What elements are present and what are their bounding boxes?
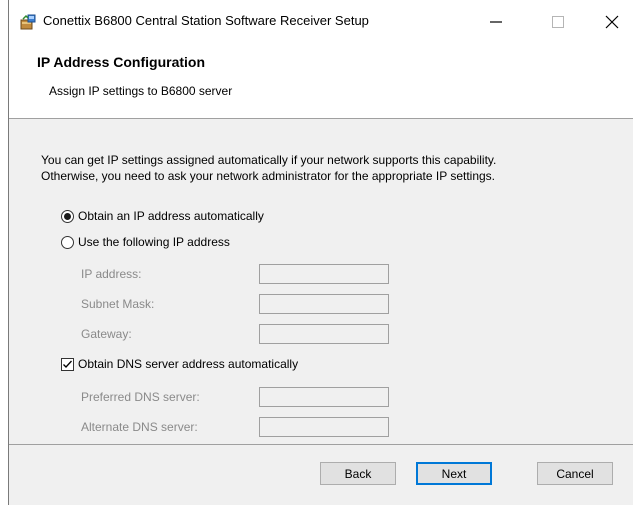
checkbox-checked[interactable] — [61, 357, 74, 371]
gateway-input[interactable] — [259, 324, 389, 344]
minimize-icon — [490, 21, 502, 23]
checkbox-obtain-dns-auto-label: Obtain DNS server address automatically — [78, 357, 299, 371]
checkmark-icon — [63, 360, 72, 368]
ip-address-input[interactable] — [259, 264, 389, 284]
radio-obtain-ip-auto[interactable]: Obtain an IP address automatically — [61, 209, 264, 223]
radio-button-checked[interactable] — [61, 209, 74, 223]
radio-obtain-ip-auto-label: Obtain an IP address automatically — [78, 209, 264, 223]
subnet-mask-label: Subnet Mask: — [81, 297, 155, 311]
installer-window: Conettix B6800 Central Station Software … — [8, 0, 633, 505]
next-button[interactable]: Next — [416, 462, 492, 485]
installer-app-icon — [19, 13, 37, 31]
back-button[interactable]: Back — [320, 462, 396, 485]
page-subtitle: Assign IP settings to B6800 server — [49, 84, 233, 98]
radio-use-following-ip-label: Use the following IP address — [78, 235, 230, 249]
alternate-dns-input[interactable] — [259, 417, 389, 437]
description-text: You can get IP settings assigned automat… — [41, 152, 621, 184]
dialog-header: IP Address Configuration Assign IP setti… — [9, 44, 633, 119]
radio-button-unchecked[interactable] — [61, 235, 74, 249]
close-button[interactable] — [589, 0, 633, 44]
radio-use-following-ip[interactable]: Use the following IP address — [61, 235, 230, 249]
footer-divider — [9, 444, 633, 445]
description-line-2: Otherwise, you need to ask your network … — [41, 169, 496, 183]
subnet-mask-input[interactable] — [259, 294, 389, 314]
alternate-dns-label: Alternate DNS server: — [81, 420, 198, 434]
preferred-dns-input[interactable] — [259, 387, 389, 407]
maximize-button[interactable] — [535, 0, 581, 44]
minimize-button[interactable] — [473, 0, 519, 44]
page-title: IP Address Configuration — [37, 54, 206, 70]
ip-address-label: IP address: — [81, 267, 142, 281]
preferred-dns-label: Preferred DNS server: — [81, 390, 200, 404]
gateway-label: Gateway: — [81, 327, 132, 341]
close-icon — [605, 15, 619, 29]
description-line-1: You can get IP settings assigned automat… — [41, 153, 497, 167]
checkbox-obtain-dns-auto[interactable]: Obtain DNS server address automatically — [61, 357, 298, 371]
window-title: Conettix B6800 Central Station Software … — [43, 13, 369, 28]
title-bar[interactable]: Conettix B6800 Central Station Software … — [9, 0, 633, 44]
cancel-button[interactable]: Cancel — [537, 462, 613, 485]
maximize-icon — [552, 16, 564, 28]
